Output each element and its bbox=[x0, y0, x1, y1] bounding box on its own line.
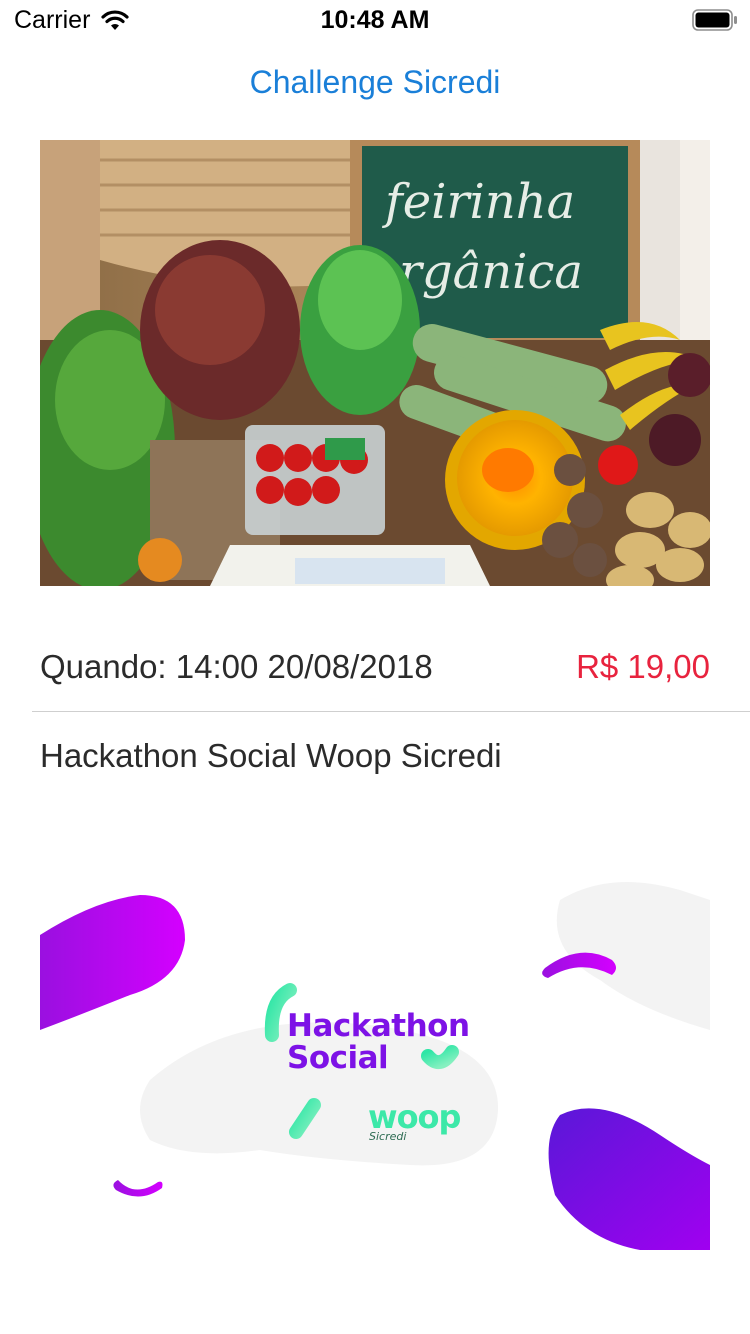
product-image: feirinha orgânica bbox=[40, 140, 710, 586]
status-bar: Carrier 10:48 AM bbox=[0, 0, 750, 40]
divider bbox=[32, 711, 750, 712]
hackathon-banner: Hackathon Social woop Sicredi bbox=[40, 860, 710, 1260]
event-datetime: Quando: 14:00 20/08/2018 bbox=[40, 648, 433, 685]
event-price: R$ 19,00 bbox=[576, 648, 710, 685]
banner-title-line2: Social bbox=[287, 1040, 389, 1076]
clock-time: 10:48 AM bbox=[320, 6, 430, 34]
chalkboard-text-1: feirinha bbox=[382, 174, 575, 230]
banner-title-line1: Hackathon bbox=[287, 1008, 470, 1044]
event-description: Hackathon Social Woop Sicredi bbox=[40, 737, 502, 774]
battery-icon bbox=[692, 9, 738, 36]
nav-title: Challenge Sicredi bbox=[249, 64, 501, 100]
woop-logo-sub: Sicredi bbox=[369, 1130, 407, 1143]
